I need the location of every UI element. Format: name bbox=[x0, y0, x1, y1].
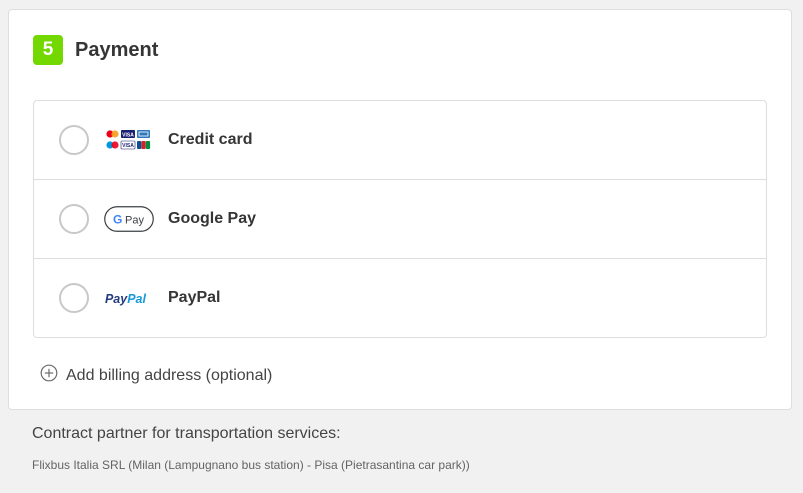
svg-text:VISA: VISA bbox=[122, 132, 134, 138]
svg-text:PayPal: PayPal bbox=[105, 292, 147, 306]
payment-card: 5 Payment VISA VISA Credit card G Pay Go… bbox=[8, 9, 792, 410]
payment-title: Payment bbox=[75, 38, 159, 61]
paypal-radio[interactable] bbox=[59, 283, 89, 313]
contract-partner-title: Contract partner for transportation serv… bbox=[32, 425, 341, 442]
paypal-logo-text-a: Pay bbox=[105, 292, 128, 306]
credit-card-label: Credit card bbox=[168, 131, 253, 148]
google-pay-logo-text: Pay bbox=[125, 215, 144, 227]
payment-option-google-pay[interactable]: G Pay Google Pay bbox=[34, 180, 766, 259]
payment-option-paypal[interactable]: PayPal PayPal bbox=[34, 259, 766, 337]
payment-options-list: VISA VISA Credit card G Pay Google Pay P… bbox=[33, 100, 767, 338]
paypal-icon: PayPal bbox=[104, 284, 154, 312]
payment-option-credit-card[interactable]: VISA VISA Credit card bbox=[34, 101, 766, 180]
google-pay-icon: G Pay bbox=[104, 205, 154, 233]
plus-circle-icon bbox=[40, 364, 58, 387]
paypal-logo-text-b: Pal bbox=[127, 292, 146, 306]
paypal-label: PayPal bbox=[168, 289, 221, 306]
google-pay-radio[interactable] bbox=[59, 204, 89, 234]
svg-text:VISA: VISA bbox=[122, 143, 134, 149]
step-number-badge: 5 bbox=[33, 35, 63, 65]
google-pay-label: Google Pay bbox=[168, 210, 257, 227]
payment-header: 5 Payment bbox=[33, 35, 158, 65]
svg-text:G: G bbox=[113, 213, 122, 227]
add-billing-address-button[interactable]: Add billing address (optional) bbox=[40, 364, 272, 387]
credit-cards-icon: VISA VISA bbox=[104, 126, 154, 154]
credit-card-radio[interactable] bbox=[59, 125, 89, 155]
add-billing-address-label: Add billing address (optional) bbox=[66, 366, 273, 384]
contract-partner-detail: Flixbus Italia SRL (Milan (Lampugnano bu… bbox=[32, 458, 470, 472]
